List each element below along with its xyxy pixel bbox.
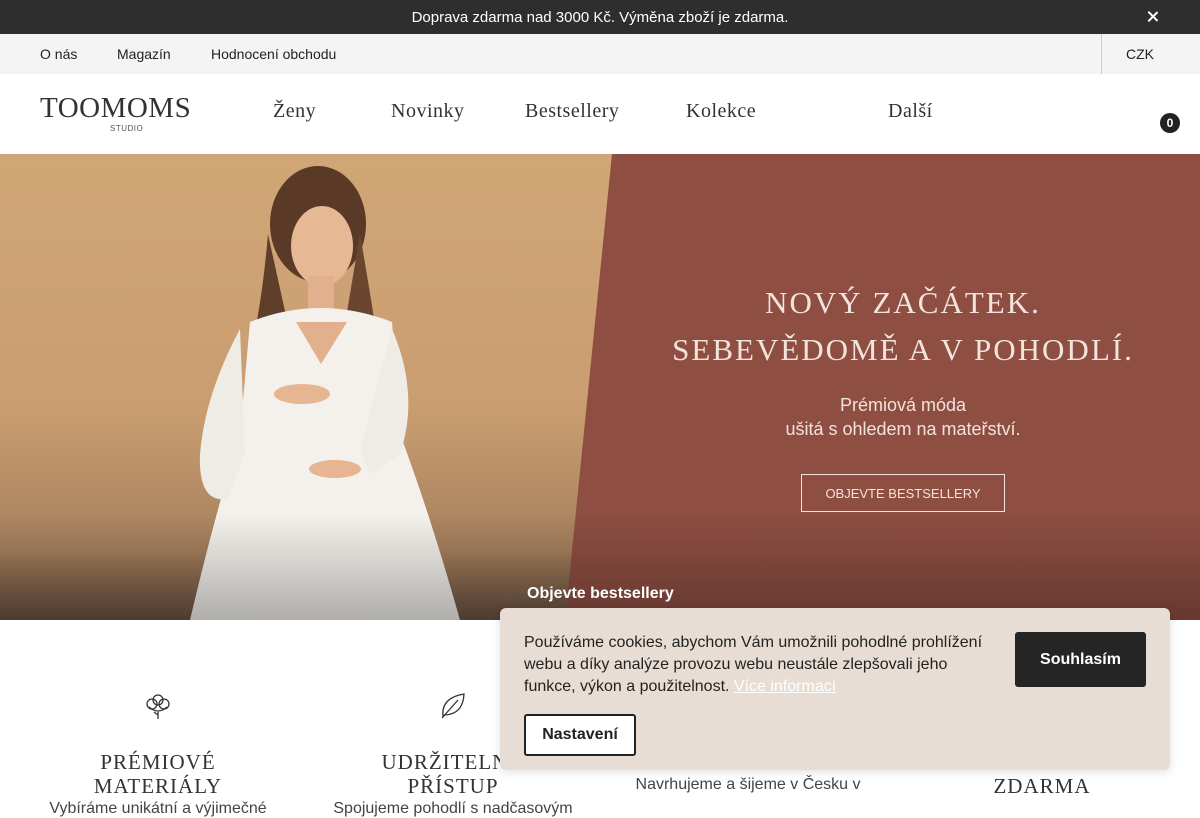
- nav-dalsi[interactable]: Další: [872, 100, 933, 123]
- cart-count-badge: 0: [1160, 113, 1180, 133]
- hero-subtitle-line2: ušitá s ohledem na mateřství.: [785, 419, 1021, 439]
- cookie-text: Používáme cookies, abychom Vám umožnili …: [524, 632, 994, 698]
- hero-banner: NOVÝ ZAČÁTEK. SEBEVĚDOMĚ A V POHODLÍ. Pr…: [0, 154, 1200, 620]
- nav-bestsellery-label: Bestsellery: [525, 100, 620, 122]
- feature-text: Vybíráme unikátní a výjimečné: [49, 800, 267, 817]
- feature-text: Spojujeme pohodlí s nadčasovým: [333, 800, 573, 817]
- feature-premium-materials: PRÉMIOVÉ MATERIÁLY Vybíráme unikátní a v…: [38, 690, 278, 818]
- hero-caption-link[interactable]: Objevte bestsellery: [527, 585, 674, 603]
- nav-zeny[interactable]: Ženy: [273, 100, 328, 123]
- cookie-agree-button[interactable]: Souhlasím: [1015, 632, 1146, 687]
- hero-title: NOVÝ ZAČÁTEK. SEBEVĚDOMĚ A V POHODLÍ.: [603, 279, 1200, 373]
- currency-label: CZK: [1126, 46, 1154, 62]
- logo[interactable]: TOOMOMS STUDIO: [40, 92, 210, 134]
- hero-cta-button[interactable]: OBJEVTE BESTSELLERY: [801, 474, 1005, 512]
- logo-subtext: STUDIO: [110, 124, 144, 133]
- feature-title-line2: ZDARMA: [993, 774, 1091, 798]
- close-icon[interactable]: [1144, 8, 1162, 26]
- link-magazin[interactable]: Magazín: [117, 46, 171, 62]
- currency-selector[interactable]: CZK: [1101, 34, 1200, 74]
- hero-shade: [0, 514, 1200, 620]
- hero-subtitle-line1: Prémiová móda: [839, 395, 967, 415]
- hero-title-line1: NOVÝ ZAČÁTEK.: [765, 285, 1041, 320]
- top-links-bar: O nás Magazín Hodnocení obchodu CZK: [0, 34, 1200, 74]
- leaf-icon: [441, 693, 465, 719]
- cookie-more-info-link[interactable]: Více informací: [734, 678, 836, 695]
- announcement-bar: Doprava zdarma nad 3000 Kč. Výměna zboží…: [0, 0, 1200, 34]
- link-o-nas[interactable]: O nás: [40, 46, 77, 62]
- main-header: TOOMOMS STUDIO Ženy Novinky Bestsellery …: [0, 74, 1200, 154]
- link-hodnoceni-obchodu[interactable]: Hodnocení obchodu: [211, 46, 336, 62]
- feature-text: Navrhujeme a šijeme v Česku v: [635, 776, 861, 793]
- nav-bestsellery[interactable]: Bestsellery: [525, 100, 619, 123]
- nav-novinky-label: Novinky: [391, 100, 465, 122]
- cookie-settings-button[interactable]: Nastavení: [524, 714, 636, 756]
- nav-kolekce-label: Kolekce: [686, 100, 757, 122]
- nav-novinky[interactable]: Novinky: [391, 100, 465, 123]
- nav-zeny-label: Ženy: [273, 100, 317, 122]
- feature-title: PRÉMIOVÉ MATERIÁLY: [93, 750, 223, 798]
- hero-title-line2: SEBEVĚDOMĚ A V POHODLÍ.: [672, 332, 1134, 367]
- cotton-icon: [146, 694, 170, 719]
- cookie-banner: Používáme cookies, abychom Vám umožnili …: [500, 608, 1170, 770]
- announcement-text: Doprava zdarma nad 3000 Kč. Výměna zboží…: [411, 8, 789, 26]
- nav-kolekce[interactable]: Kolekce: [686, 100, 768, 123]
- logo-text: TOOMOMS: [40, 92, 192, 124]
- nav-dalsi-label: Další: [888, 100, 933, 122]
